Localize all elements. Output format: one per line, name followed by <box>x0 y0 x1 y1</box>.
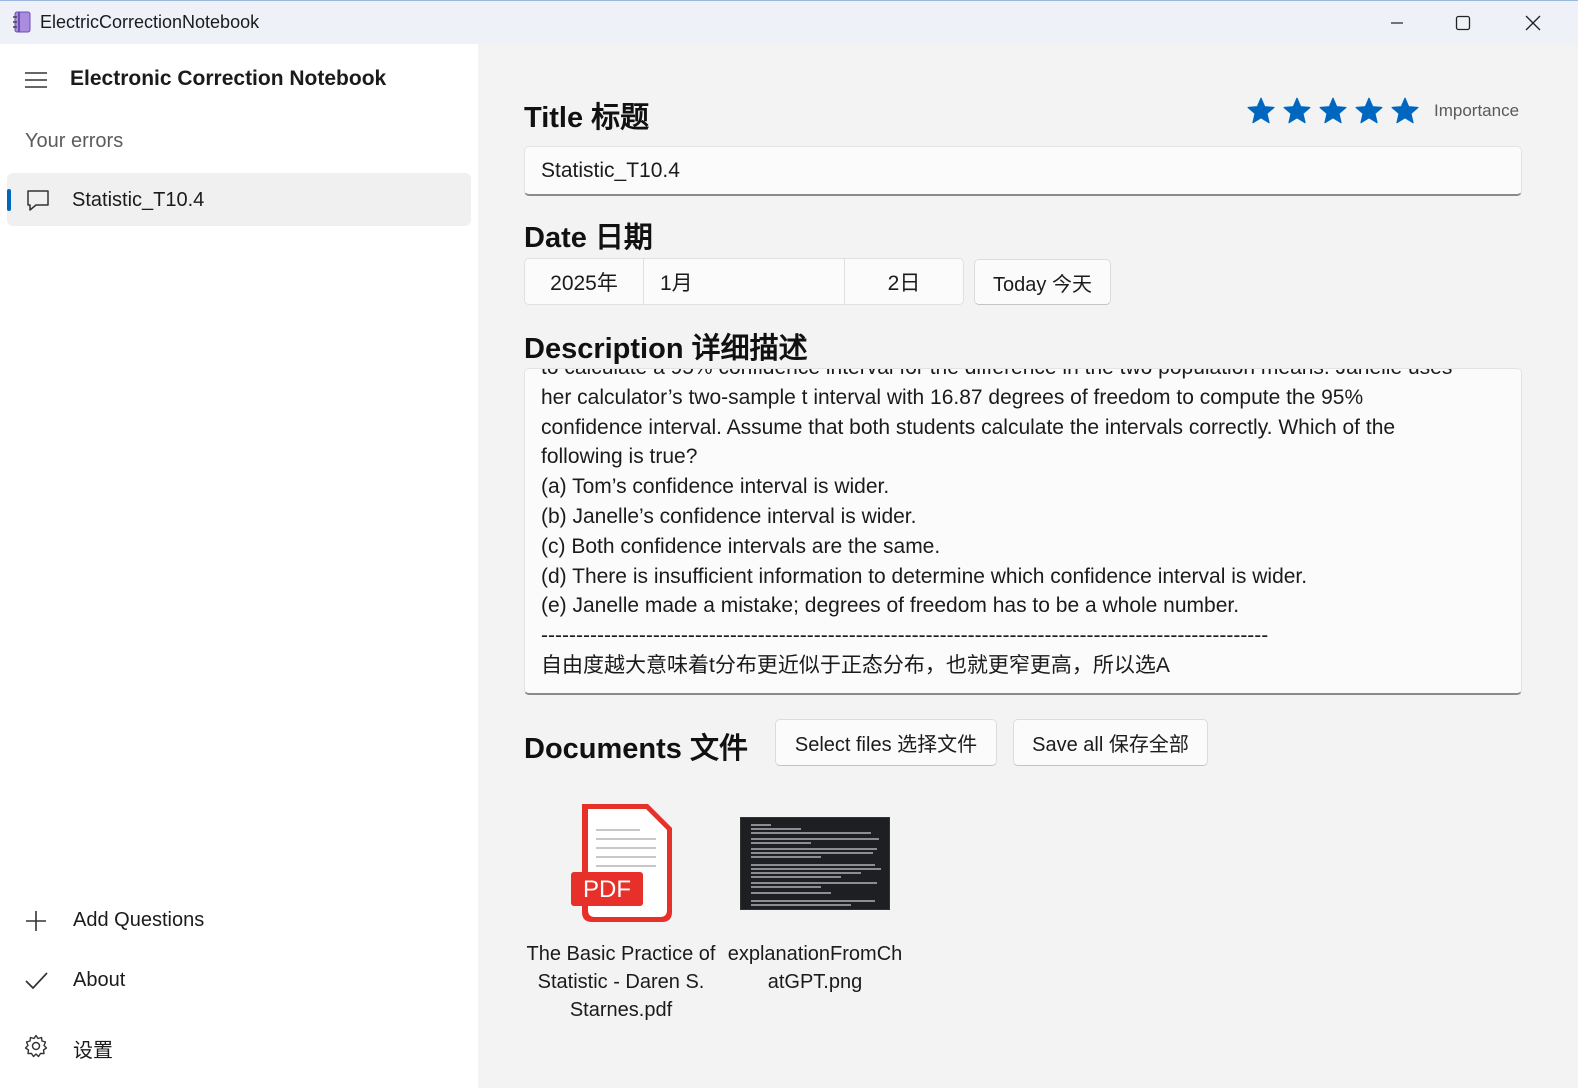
description-textarea[interactable]: to calculate a 95% confidence interval f… <box>524 368 1522 695</box>
chat-bubble-icon <box>27 190 49 211</box>
selection-indicator <box>7 189 11 211</box>
description-line: ----------------------------------------… <box>541 624 1269 648</box>
thumbnail-text-line <box>751 842 811 844</box>
thumbnail-text-line <box>751 882 877 884</box>
description-line: (e) Janelle made a mistake; degrees of f… <box>541 594 1240 618</box>
description-heading: Description 详细描述 <box>524 333 808 365</box>
thumbnail-text-line <box>751 828 801 830</box>
description-line: following is true? <box>541 445 698 469</box>
description-line: confidence interval. Assume that both st… <box>541 415 1396 439</box>
file-item-pdf[interactable]: The Basic Practice of Statistic - Daren … <box>521 940 721 1024</box>
thumbnail-text-line <box>751 886 821 888</box>
thumbnail-text-line <box>751 838 879 840</box>
checkmark-icon <box>25 972 48 990</box>
image-thumbnail[interactable] <box>740 817 890 910</box>
star-icon[interactable] <box>1246 96 1276 126</box>
sidebar-item-statistic[interactable]: Statistic_T10.4 <box>7 173 471 226</box>
star-icon[interactable] <box>1318 96 1348 126</box>
pdf-badge-text: PDF <box>583 876 631 903</box>
save-all-button[interactable]: Save all 保存全部 <box>1013 719 1208 766</box>
date-picker[interactable]: 2025年 1月 2日 <box>524 258 964 305</box>
thumbnail-text-line <box>751 864 875 866</box>
maximize-button[interactable] <box>1428 1 1498 45</box>
thumbnail-text-line <box>751 856 821 858</box>
plus-icon <box>26 911 46 931</box>
window-titlebar: ElectricCorrectionNotebook <box>0 0 1578 44</box>
description-line: (c) Both confidence intervals are the sa… <box>541 534 941 558</box>
file-item-png[interactable]: explanationFromChatGPT.png <box>715 940 915 996</box>
importance-rating[interactable] <box>1246 96 1420 126</box>
star-icon[interactable] <box>1390 96 1420 126</box>
description-line: (b) Janelle’s confidence interval is wid… <box>541 504 917 528</box>
thumbnail-text-line <box>751 900 875 902</box>
file-name: explanationFromChatGPT.png <box>727 943 903 993</box>
close-button[interactable] <box>1498 1 1568 45</box>
thumbnail-text-line <box>751 832 871 834</box>
maximize-icon <box>1455 15 1471 31</box>
date-day[interactable]: 2日 <box>845 259 963 304</box>
thumbnail-text-line <box>751 892 831 894</box>
date-year[interactable]: 2025年 <box>525 259 644 304</box>
thumbnail-text-line <box>751 876 841 878</box>
thumbnail-text-line <box>751 904 851 906</box>
today-button[interactable]: Today 今天 <box>974 259 1111 305</box>
thumbnail-text-line <box>751 868 881 870</box>
window-title: ElectricCorrectionNotebook <box>40 12 260 32</box>
sidebar-item-settings[interactable]: 设置 <box>7 1021 471 1071</box>
sidebar-item-label: 设置 <box>73 1040 113 1062</box>
description-line: to calculate a 95% confidence interval f… <box>541 369 1507 383</box>
title-heading: Title 标题 <box>524 102 650 134</box>
sidebar-item-label: About <box>73 969 126 991</box>
file-name: The Basic Practice of Statistic - Daren … <box>526 943 716 1021</box>
pdf-file-icon[interactable]: PDF <box>568 800 676 926</box>
date-month[interactable]: 1月 <box>644 259 845 304</box>
gear-icon <box>24 1034 48 1058</box>
description-text: to calculate a 95% confidence interval f… <box>541 369 1507 681</box>
description-line: 自由度越大意味着t分布更近似于正态分布，也就更窄更高，所以选A <box>541 653 1170 677</box>
thumbnail-text-line <box>751 852 873 854</box>
notebook-app-icon <box>13 11 31 33</box>
sidebar-item-add-questions[interactable]: Add Questions <box>7 896 471 946</box>
description-line: her calculator’s two-sample t interval w… <box>541 385 1364 409</box>
section-header-your-errors: Your errors <box>25 130 124 152</box>
date-heading: Date 日期 <box>524 222 653 254</box>
hamburger-menu-icon[interactable] <box>24 70 48 90</box>
importance-label: Importance <box>1434 101 1520 120</box>
description-line: (d) There is insufficient information to… <box>541 564 1308 588</box>
thumbnail-text-line <box>751 848 877 850</box>
minimize-button[interactable] <box>1362 1 1432 45</box>
title-input[interactable]: Statistic_T10.4 <box>524 146 1522 196</box>
sidebar-item-about[interactable]: About <box>7 956 471 1006</box>
app-title: Electronic Correction Notebook <box>70 67 387 90</box>
description-line: (a) Tom’s confidence interval is wider. <box>541 475 890 499</box>
thumbnail-text-line <box>751 824 771 826</box>
star-icon[interactable] <box>1282 96 1312 126</box>
select-files-button[interactable]: Select files 选择文件 <box>775 719 997 766</box>
star-icon[interactable] <box>1354 96 1384 126</box>
thumbnail-text-line <box>751 872 861 874</box>
sidebar-item-label: Statistic_T10.4 <box>72 189 205 211</box>
minimize-icon <box>1391 22 1403 24</box>
close-icon <box>1525 15 1541 31</box>
documents-heading: Documents 文件 <box>524 733 748 765</box>
sidebar-item-label: Add Questions <box>73 909 205 931</box>
